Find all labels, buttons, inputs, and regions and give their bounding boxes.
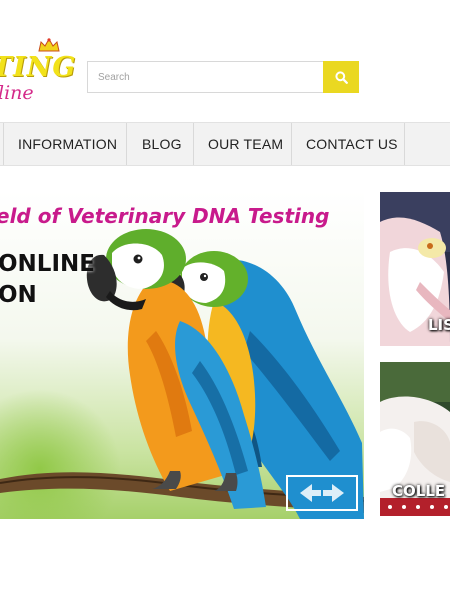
nav-item-information[interactable]: INFORMATION <box>18 123 117 165</box>
hero-slide-image <box>0 191 364 519</box>
nav-item-contact-us[interactable]: CONTACT US <box>306 123 398 165</box>
side-panel-label: LIS <box>428 316 450 334</box>
nav-divider <box>3 123 4 165</box>
site-header: TING line <box>0 0 450 122</box>
search-input[interactable] <box>87 61 323 93</box>
nav-divider <box>126 123 127 165</box>
search-bar <box>87 61 359 93</box>
search-icon <box>334 70 348 84</box>
crown-icon <box>38 38 60 52</box>
nav-divider <box>291 123 292 165</box>
logo-main-text: TING <box>0 52 77 83</box>
search-button[interactable] <box>323 61 359 93</box>
main-navigation: INFORMATION BLOG OUR TEAM CONTACT US <box>0 122 450 166</box>
side-panel-label: COLLE <box>392 482 446 500</box>
slider-arrows[interactable] <box>286 475 358 511</box>
nav-divider <box>404 123 405 165</box>
hero-caption: eld of Veterinary DNA Testing <box>0 204 330 228</box>
nav-item-our-team[interactable]: OUR TEAM <box>208 123 283 165</box>
logo-sub-text: line <box>0 82 34 104</box>
side-panel-collection[interactable]: COLLE <box>380 362 450 516</box>
slider-arrows-icon <box>300 484 344 502</box>
side-panel-listing[interactable]: LIS <box>380 192 450 346</box>
hero-headline-line1: ONLINE <box>0 251 95 277</box>
nav-divider <box>193 123 194 165</box>
site-logo[interactable]: TING line <box>0 38 75 104</box>
nav-item-blog[interactable]: BLOG <box>142 123 182 165</box>
hero-slider[interactable]: eld of Veterinary DNA Testing ONLINE ON <box>0 191 364 519</box>
hero-headline-line2: ON <box>0 282 37 308</box>
